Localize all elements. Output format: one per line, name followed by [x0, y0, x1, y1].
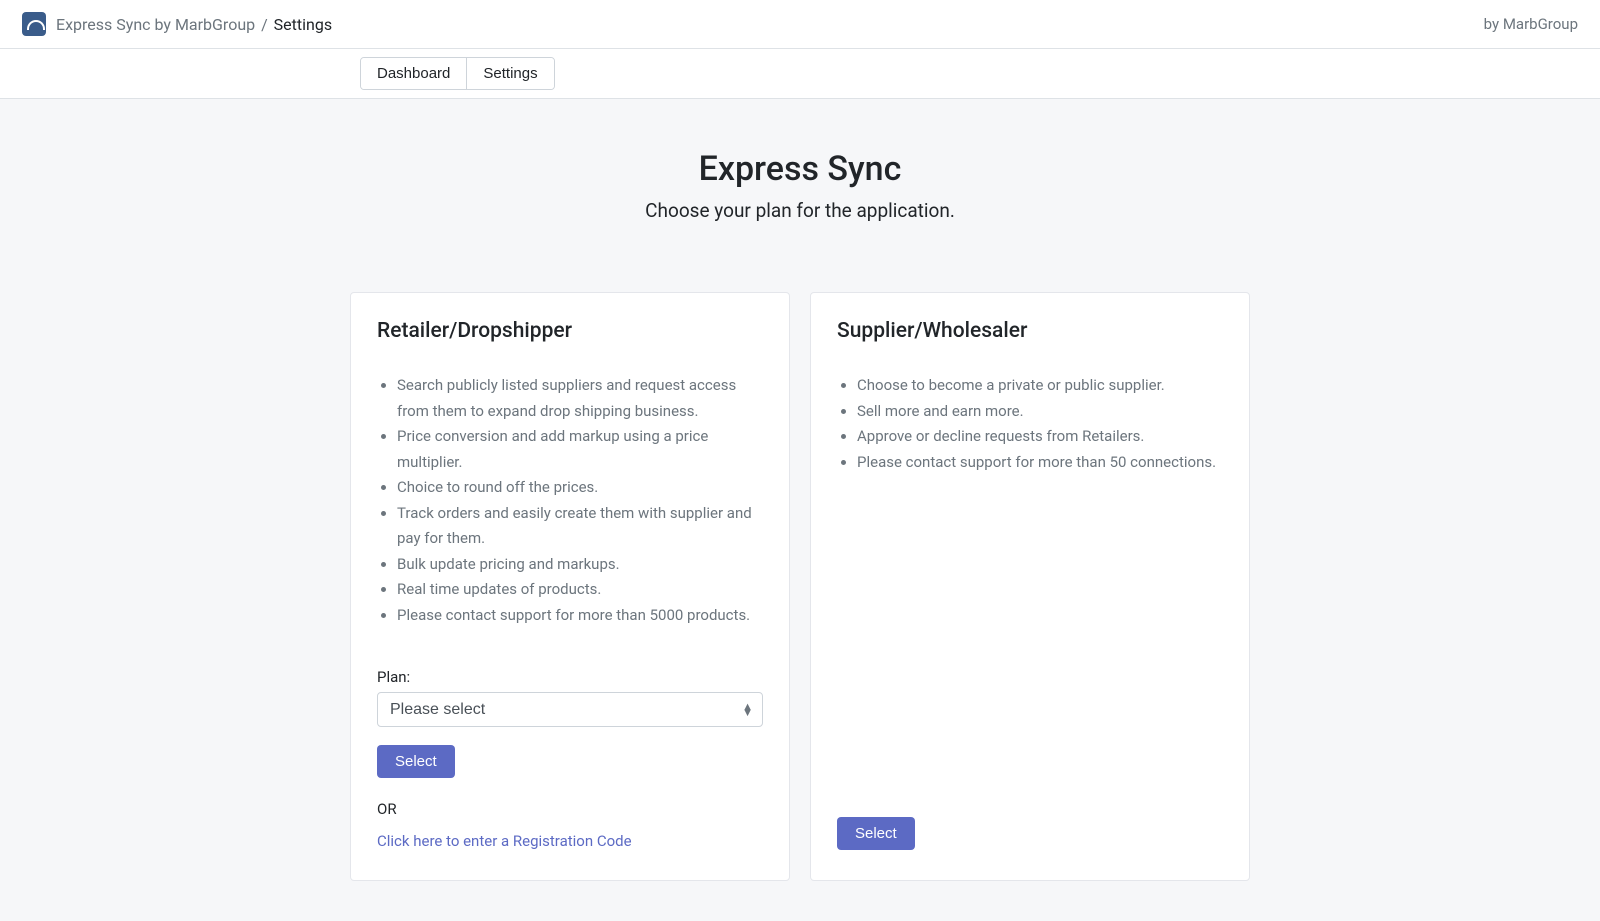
hero: Express Sync Choose your plan for the ap… [0, 99, 1600, 292]
top-bar: Express Sync by MarbGroup / Settings by … [0, 0, 1600, 49]
list-item: Search publicly listed suppliers and req… [397, 373, 763, 424]
plan-label: Plan: [377, 668, 763, 686]
plan-select[interactable]: Please select [377, 692, 763, 727]
breadcrumb: Express Sync by MarbGroup / Settings [22, 12, 332, 36]
or-text: OR [377, 800, 763, 818]
plan-select-wrap: Please select ▲▼ [377, 692, 763, 727]
list-item: Please contact support for more than 500… [397, 603, 763, 629]
list-item: Choose to become a private or public sup… [857, 373, 1223, 399]
supplier-select-button[interactable]: Select [837, 817, 915, 850]
breadcrumb-current: Settings [274, 15, 332, 34]
list-item: Price conversion and add markup using a … [397, 424, 763, 475]
list-item: Real time updates of products. [397, 577, 763, 603]
list-item: Bulk update pricing and markups. [397, 552, 763, 578]
retailer-card: Retailer/Dropshipper Search publicly lis… [350, 292, 790, 881]
retailer-title: Retailer/Dropshipper [377, 319, 763, 343]
supplier-card: Supplier/Wholesaler Choose to become a p… [810, 292, 1250, 881]
retailer-select-button[interactable]: Select [377, 745, 455, 778]
plan-cards: Retailer/Dropshipper Search publicly lis… [330, 292, 1270, 921]
breadcrumb-separator: / [259, 15, 270, 34]
list-item: Track orders and easily create them with… [397, 501, 763, 552]
tabs-row: Dashboard Settings [0, 49, 1600, 99]
tab-dashboard[interactable]: Dashboard [361, 58, 466, 89]
list-item: Sell more and earn more. [857, 399, 1223, 425]
tab-group: Dashboard Settings [360, 57, 555, 90]
registration-code-link[interactable]: Click here to enter a Registration Code [377, 832, 763, 850]
breadcrumb-app[interactable]: Express Sync by MarbGroup [56, 15, 255, 34]
retailer-feature-list: Search publicly listed suppliers and req… [377, 373, 763, 628]
supplier-title: Supplier/Wholesaler [837, 319, 1223, 343]
tab-settings[interactable]: Settings [466, 58, 553, 89]
list-item: Please contact support for more than 50 … [857, 450, 1223, 476]
page-subtitle: Choose your plan for the application. [20, 199, 1580, 222]
app-icon [22, 12, 46, 36]
supplier-feature-list: Choose to become a private or public sup… [837, 373, 1223, 475]
page-title: Express Sync [20, 149, 1580, 189]
by-line: by MarbGroup [1484, 15, 1578, 33]
list-item: Choice to round off the prices. [397, 475, 763, 501]
list-item: Approve or decline requests from Retaile… [857, 424, 1223, 450]
